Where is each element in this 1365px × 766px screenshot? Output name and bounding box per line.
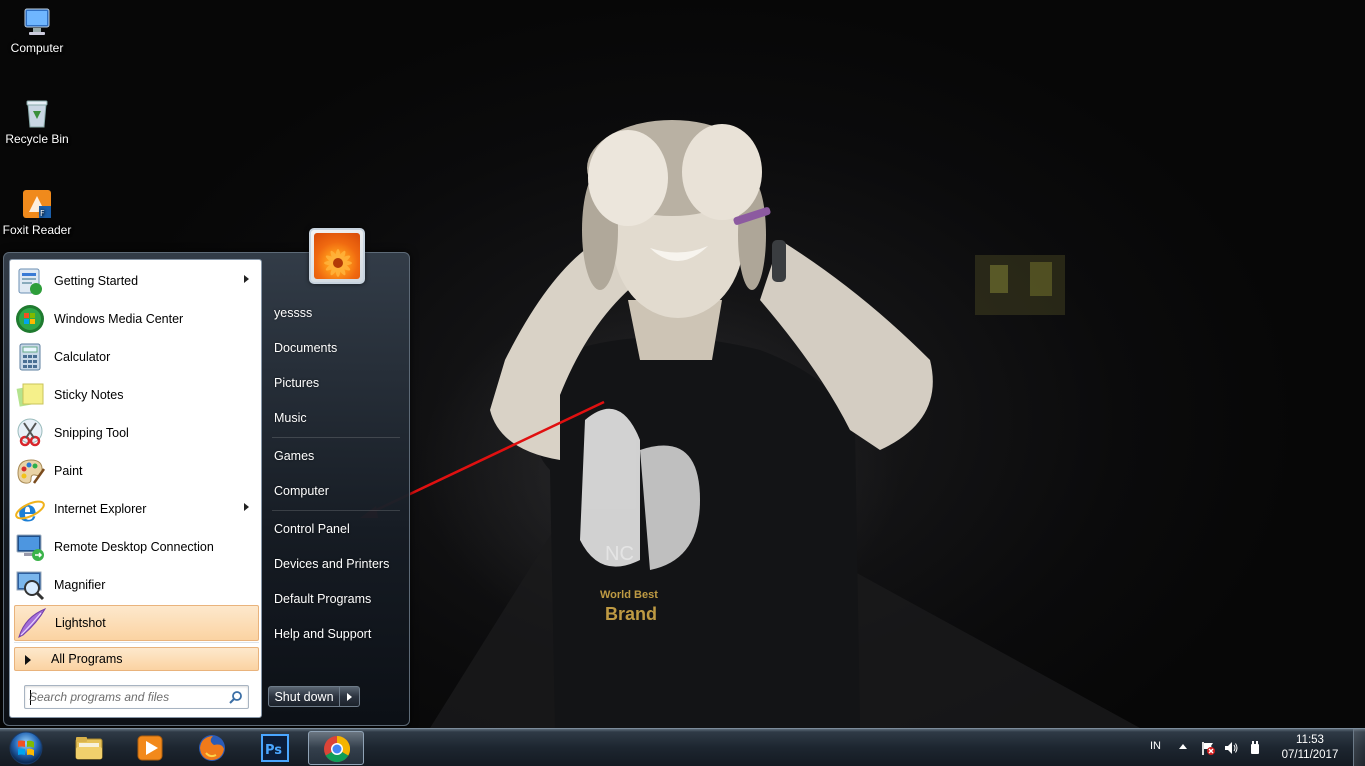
system-clock[interactable]: 11:53 07/11/2017 xyxy=(1272,733,1348,763)
taskbar: Ps IN 11:53 07/11/2017 xyxy=(0,728,1365,766)
search-input[interactable] xyxy=(29,689,219,705)
desktop-icon-recycle-bin[interactable]: Recycle Bin xyxy=(0,97,74,146)
action-center-flag-icon[interactable] xyxy=(1200,740,1216,756)
separator xyxy=(14,642,259,643)
desktop-icon-computer[interactable]: Computer xyxy=(0,6,74,55)
svg-text:NC: NC xyxy=(605,543,634,565)
taskbar-windows-explorer[interactable] xyxy=(61,731,117,765)
search-box[interactable] xyxy=(24,685,249,709)
magnifier-icon xyxy=(14,569,46,601)
getting-started-icon xyxy=(14,265,46,297)
all-programs-button[interactable]: All Programs xyxy=(14,647,259,671)
start-menu-programs-pane: Getting Started Windows Media Center Cal… xyxy=(9,259,262,718)
flower-icon xyxy=(314,233,360,279)
svg-text:Brand: Brand xyxy=(605,604,657,624)
start-button[interactable] xyxy=(6,730,46,766)
link-help-and-support[interactable]: Help and Support xyxy=(274,627,371,641)
program-internet-explorer[interactable]: e Internet Explorer xyxy=(14,491,259,529)
taskbar-windows-media-player[interactable] xyxy=(122,731,178,765)
internet-explorer-icon: e xyxy=(14,493,46,529)
svg-text:World Best: World Best xyxy=(600,589,658,601)
program-sticky-notes[interactable]: Sticky Notes xyxy=(14,377,259,413)
firefox-icon xyxy=(196,733,228,763)
link-pictures[interactable]: Pictures xyxy=(274,376,319,390)
sticky-notes-icon xyxy=(14,379,46,411)
computer-icon xyxy=(21,6,53,38)
link-user-folder[interactable]: yessss xyxy=(274,306,312,320)
show-hidden-icons-arrow[interactable] xyxy=(1179,744,1187,749)
snipping-tool-icon xyxy=(14,417,46,449)
program-getting-started[interactable]: Getting Started xyxy=(14,263,259,299)
calculator-icon xyxy=(14,341,46,373)
windows-logo-icon xyxy=(9,731,43,765)
taskbar-firefox[interactable] xyxy=(184,731,240,765)
photoshop-icon: Ps xyxy=(258,733,290,763)
clock-date: 07/11/2017 xyxy=(1281,749,1339,761)
program-snipping-tool[interactable]: Snipping Tool xyxy=(14,415,259,451)
submenu-arrow-icon[interactable] xyxy=(244,275,249,283)
lightshot-icon xyxy=(15,607,47,639)
link-control-panel[interactable]: Control Panel xyxy=(274,522,350,536)
expand-arrow-icon xyxy=(25,655,31,665)
program-magnifier[interactable]: Magnifier xyxy=(14,567,259,603)
program-windows-media-center[interactable]: Windows Media Center xyxy=(14,301,259,337)
folder-icon xyxy=(73,733,105,763)
svg-text:Ps: Ps xyxy=(265,743,282,758)
show-desktop-button[interactable] xyxy=(1353,729,1365,766)
svg-text:F: F xyxy=(40,209,45,218)
link-devices-and-printers[interactable]: Devices and Printers xyxy=(274,557,389,571)
power-plug-icon[interactable] xyxy=(1247,740,1263,756)
separator xyxy=(272,437,400,438)
link-computer[interactable]: Computer xyxy=(274,484,329,498)
submenu-arrow-icon[interactable] xyxy=(244,503,249,511)
start-menu: Getting Started Windows Media Center Cal… xyxy=(3,228,410,726)
media-player-icon xyxy=(134,733,166,763)
link-default-programs[interactable]: Default Programs xyxy=(274,592,371,606)
program-calculator[interactable]: Calculator xyxy=(14,339,259,375)
taskbar-chrome[interactable] xyxy=(308,731,364,765)
paint-icon xyxy=(14,455,46,487)
language-indicator[interactable]: IN xyxy=(1150,740,1161,752)
volume-icon[interactable] xyxy=(1223,740,1239,756)
shut-down-button[interactable]: Shut down xyxy=(268,686,340,707)
link-music[interactable]: Music xyxy=(274,411,307,425)
desktop-icon-foxit-reader[interactable]: F Foxit Reader xyxy=(0,188,74,237)
clock-time: 11:53 xyxy=(1296,734,1324,746)
link-documents[interactable]: Documents xyxy=(274,341,337,355)
search-icon[interactable] xyxy=(229,690,243,704)
link-games[interactable]: Games xyxy=(274,449,314,463)
user-account-picture[interactable] xyxy=(309,228,365,284)
separator xyxy=(272,510,400,511)
program-lightshot[interactable]: Lightshot xyxy=(14,605,259,641)
taskbar-photoshop[interactable]: Ps xyxy=(246,731,302,765)
windows-media-center-icon xyxy=(14,303,46,335)
chrome-icon xyxy=(321,734,353,764)
program-paint[interactable]: Paint xyxy=(14,453,259,489)
shut-down-options-arrow[interactable] xyxy=(340,686,360,707)
program-remote-desktop-connection[interactable]: Remote Desktop Connection xyxy=(14,529,259,565)
foxit-reader-icon: F xyxy=(21,188,53,220)
recycle-bin-icon xyxy=(21,97,53,129)
remote-desktop-icon xyxy=(14,531,46,563)
